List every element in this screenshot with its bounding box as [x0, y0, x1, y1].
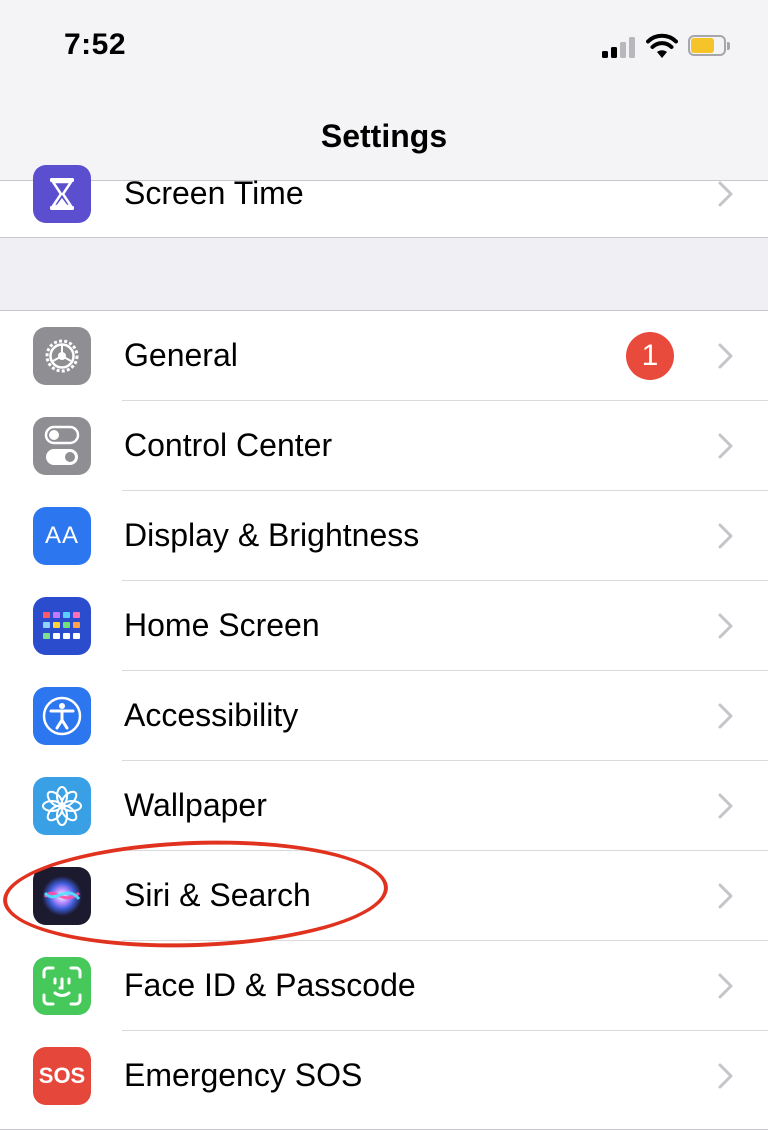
accessibility-person-icon — [33, 687, 91, 745]
settings-row-label: Control Center — [124, 427, 333, 463]
battery-icon — [688, 35, 732, 58]
settings-row-home-screen[interactable]: Home Screen — [0, 581, 768, 671]
flower-icon — [33, 777, 91, 835]
icon-text: AA — [44, 522, 79, 549]
settings-row-accessibility[interactable]: Accessibility — [0, 671, 768, 761]
settings-row-label: Display & Brightness — [124, 517, 420, 553]
chevron-right-icon — [718, 703, 733, 729]
gear-icon — [33, 327, 91, 385]
settings-row-emergency-sos[interactable]: SOS Emergency SOS — [0, 1031, 768, 1121]
app-grid-icon — [33, 597, 91, 655]
notification-badge: 1 — [626, 332, 674, 380]
chevron-right-icon — [718, 973, 733, 999]
settings-row-label: Wallpaper — [124, 787, 267, 823]
settings-row-label: General — [124, 337, 238, 373]
sos-icon: SOS — [33, 1047, 91, 1105]
settings-main-group: General 1 Control Center AA Display & Br… — [0, 310, 768, 1130]
settings-row-label: Accessibility — [124, 697, 299, 733]
chevron-right-icon — [718, 793, 733, 819]
face-id-icon — [33, 957, 91, 1015]
icon-text: SOS — [38, 1063, 86, 1088]
settings-row-label: Emergency SOS — [124, 1057, 363, 1093]
settings-row-control-center[interactable]: Control Center — [0, 401, 768, 491]
chevron-right-icon — [718, 1063, 733, 1089]
wifi-icon — [646, 33, 678, 58]
settings-row-general[interactable]: General 1 — [0, 311, 768, 401]
status-bar: 7:52 — [0, 0, 768, 90]
screen-time-group: Screen Time — [0, 165, 768, 238]
text-size-icon: AA — [33, 507, 91, 565]
settings-row-face-id-passcode[interactable]: Face ID & Passcode — [0, 941, 768, 1031]
cellular-signal-icon — [602, 36, 638, 58]
settings-row-label: Face ID & Passcode — [124, 967, 416, 1003]
hourglass-icon — [33, 165, 91, 223]
settings-row-display-brightness[interactable]: AA Display & Brightness — [0, 491, 768, 581]
settings-row-wallpaper[interactable]: Wallpaper — [0, 761, 768, 851]
status-time: 7:52 — [64, 28, 127, 61]
chevron-right-icon — [718, 181, 733, 207]
toggle-switches-icon — [33, 417, 91, 475]
chevron-right-icon — [718, 523, 733, 549]
chevron-right-icon — [718, 343, 733, 369]
chevron-right-icon — [718, 433, 733, 459]
chevron-right-icon — [718, 613, 733, 639]
settings-row-label: Screen Time — [124, 175, 304, 211]
settings-row-label: Home Screen — [124, 607, 320, 643]
chevron-right-icon — [718, 883, 733, 909]
settings-row-screen-time[interactable]: Screen Time — [0, 149, 768, 239]
